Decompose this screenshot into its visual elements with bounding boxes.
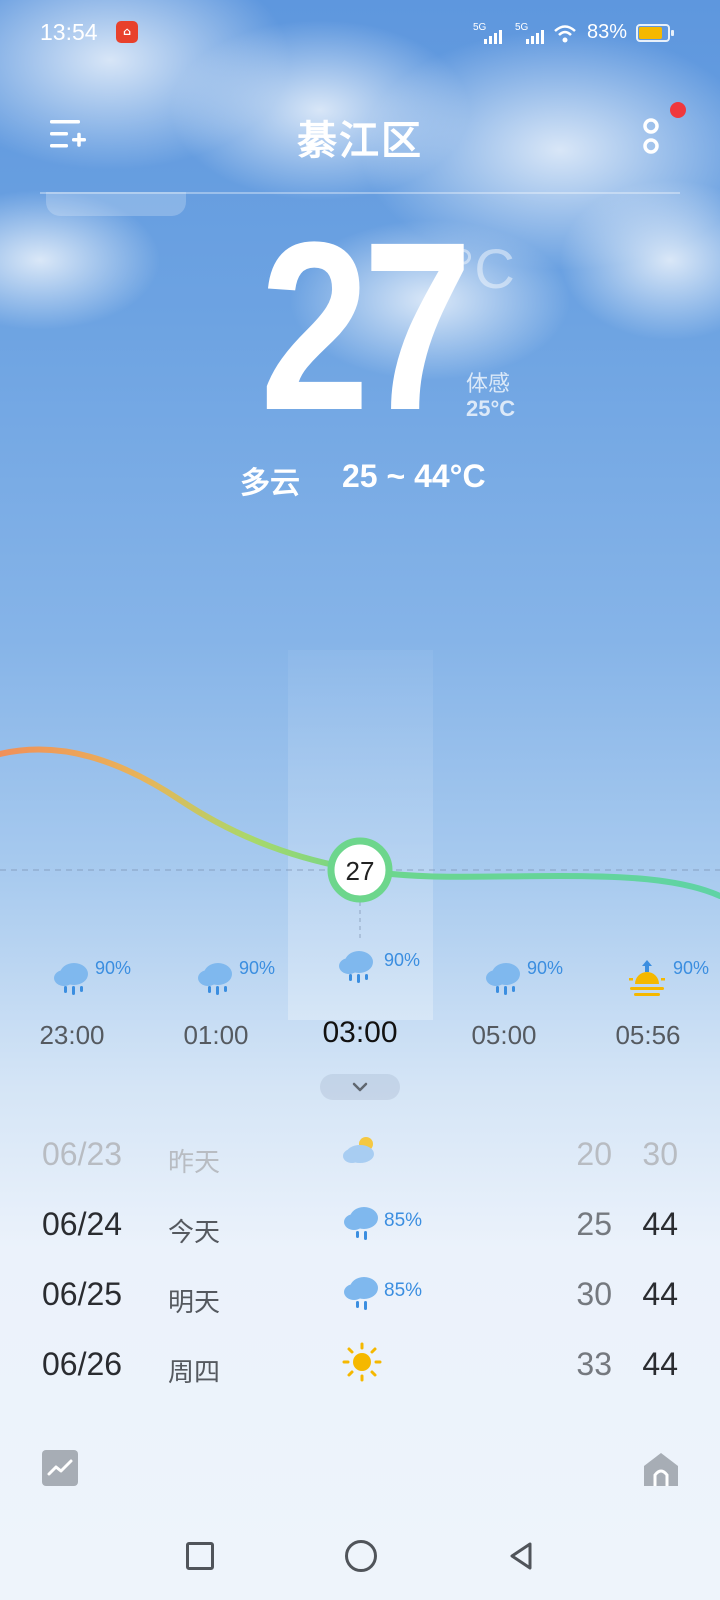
notification-dot [670, 102, 686, 118]
back-icon [510, 1542, 532, 1570]
day-date: 06/24 [42, 1206, 123, 1242]
day-high: 30 [642, 1136, 678, 1172]
hour-precip: 90% [527, 958, 564, 978]
home-nav-button[interactable] [345, 1540, 377, 1572]
day-high: 44 [642, 1206, 678, 1242]
header: 綦江区 [0, 100, 720, 170]
selected-temp-label: 27 [346, 856, 375, 886]
day-row[interactable]: 06/23 昨天 20 30 [0, 1130, 720, 1190]
day-precip: 85% [384, 1280, 423, 1301]
hour-precip: 90% [673, 958, 710, 978]
feels-like-label: 体感 [466, 372, 511, 397]
sunrise-icon [629, 960, 665, 996]
rain-cloud-icon [344, 1277, 378, 1310]
day-high: 44 [642, 1346, 678, 1382]
day-name: 周四 [168, 1358, 221, 1388]
city-title[interactable]: 綦江区 [0, 108, 720, 166]
day-row[interactable]: 06/26 周四 33 44 [0, 1340, 720, 1400]
rain-cloud-icon [344, 1207, 378, 1240]
chevron-down-icon [352, 1082, 368, 1092]
day-name: 今天 [168, 1218, 221, 1248]
hour-precip: 90% [95, 958, 132, 978]
system-nav-bar [0, 1520, 720, 1600]
sun-icon [342, 1342, 382, 1382]
day-name: 明天 [168, 1288, 221, 1318]
partly-cloudy-icon [343, 1137, 374, 1163]
current-temperature: 27 [260, 192, 472, 460]
day-high: 44 [642, 1276, 678, 1312]
home-button[interactable] [642, 1450, 680, 1488]
hour-time: 01:00 [183, 1020, 249, 1050]
feels-like-value: 25°C [466, 396, 516, 421]
signal-bars-icon [484, 30, 502, 44]
battery-icon [636, 24, 674, 42]
hour-time: 03:00 [322, 1016, 398, 1049]
day-row[interactable]: 06/24 今天 85% 25 44 [0, 1200, 720, 1260]
trend-chart-icon [47, 1459, 73, 1476]
home-icon [644, 1453, 678, 1486]
expand-hourly-button[interactable] [320, 1074, 400, 1100]
day-low: 33 [576, 1346, 612, 1382]
day-low: 25 [576, 1206, 612, 1242]
status-bar: 13:54 ⌂ 5G 5G 83% [0, 0, 720, 66]
day-date: 06/25 [42, 1276, 123, 1312]
wifi-icon [554, 25, 576, 43]
hour-time: 05:56 [615, 1020, 681, 1050]
day-precip: 85% [384, 1210, 423, 1231]
hour-time: 05:00 [471, 1020, 537, 1050]
rain-cloud-icon [486, 963, 520, 995]
hour-precip: 90% [384, 950, 421, 970]
more-vertical-icon [643, 118, 659, 154]
day-date: 06/23 [42, 1136, 123, 1172]
rain-cloud-icon [54, 963, 88, 995]
day-date: 06/26 [42, 1346, 123, 1382]
recent-apps-button[interactable] [186, 1542, 214, 1570]
hourly-forecast[interactable]: 90% 23:00 90% 01:00 90% 03:00 90% 05:00 [0, 950, 720, 1050]
day-low: 20 [576, 1136, 612, 1172]
app-notification-icon: ⌂ [116, 21, 138, 43]
hourly-temperature-curve[interactable]: 27 [0, 700, 720, 940]
hour-time: 23:00 [39, 1020, 105, 1050]
alert-pill[interactable] [46, 192, 186, 216]
more-button[interactable] [636, 114, 666, 160]
rain-cloud-icon [198, 963, 232, 995]
trend-chart-button[interactable] [42, 1450, 78, 1486]
day-row[interactable]: 06/25 明天 85% 30 44 [0, 1270, 720, 1330]
signal-bars-icon-2 [526, 30, 544, 44]
temperature-range: 25 ~ 44°C [342, 458, 486, 494]
back-button[interactable] [506, 1540, 538, 1572]
temperature-unit: °C [452, 237, 515, 300]
rain-cloud-icon [339, 951, 373, 983]
status-time: 13:54 [40, 19, 98, 45]
day-name: 昨天 [168, 1148, 221, 1178]
hour-precip: 90% [239, 958, 276, 978]
battery-percent: 83% [587, 21, 628, 43]
weather-condition: 多云 [240, 466, 300, 501]
day-low: 30 [576, 1276, 612, 1312]
battery-level [639, 27, 662, 39]
